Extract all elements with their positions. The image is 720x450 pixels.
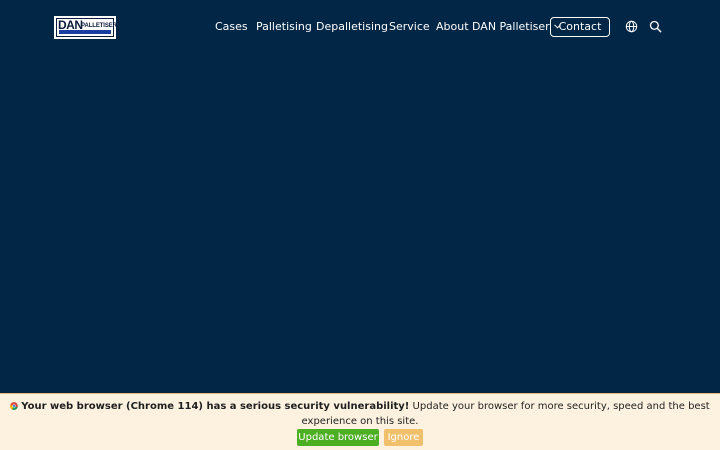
nav-item-about[interactable]: About DAN Palletiser — [436, 20, 561, 35]
nav-item-about-label: About DAN Palletiser — [436, 20, 550, 33]
update-browser-button[interactable]: Update browser — [297, 429, 379, 446]
logo-frame: DAN PALLETISER — [56, 18, 117, 37]
nav-item-cases[interactable]: Cases — [215, 20, 248, 34]
dan-palletiser-logo[interactable]: DAN PALLETISER — [54, 16, 117, 39]
nav-item-palletising[interactable]: Palletising — [256, 20, 312, 34]
browser-update-banner: Your web browser (Chrome 114) has a seri… — [0, 393, 720, 450]
contact-button[interactable]: Contact — [550, 17, 610, 37]
search-icon[interactable] — [649, 20, 663, 34]
ignore-button[interactable]: Ignore — [384, 429, 423, 446]
banner-actions: Update browser Ignore — [0, 429, 720, 446]
globe-icon[interactable] — [625, 20, 639, 34]
chrome-icon — [10, 400, 19, 410]
nav-item-service[interactable]: Service — [389, 20, 430, 34]
security-warning: Your web browser (Chrome 114) has a seri… — [21, 401, 410, 412]
nav-item-depalletising[interactable]: Depalletising — [316, 20, 388, 34]
logo-bar — [59, 30, 111, 34]
browser-update-message: Your web browser (Chrome 114) has a seri… — [8, 399, 712, 429]
site-header: DAN PALLETISER Cases Palletising Depalle… — [0, 0, 720, 56]
logo-sub-text: PALLETISER — [81, 23, 117, 29]
